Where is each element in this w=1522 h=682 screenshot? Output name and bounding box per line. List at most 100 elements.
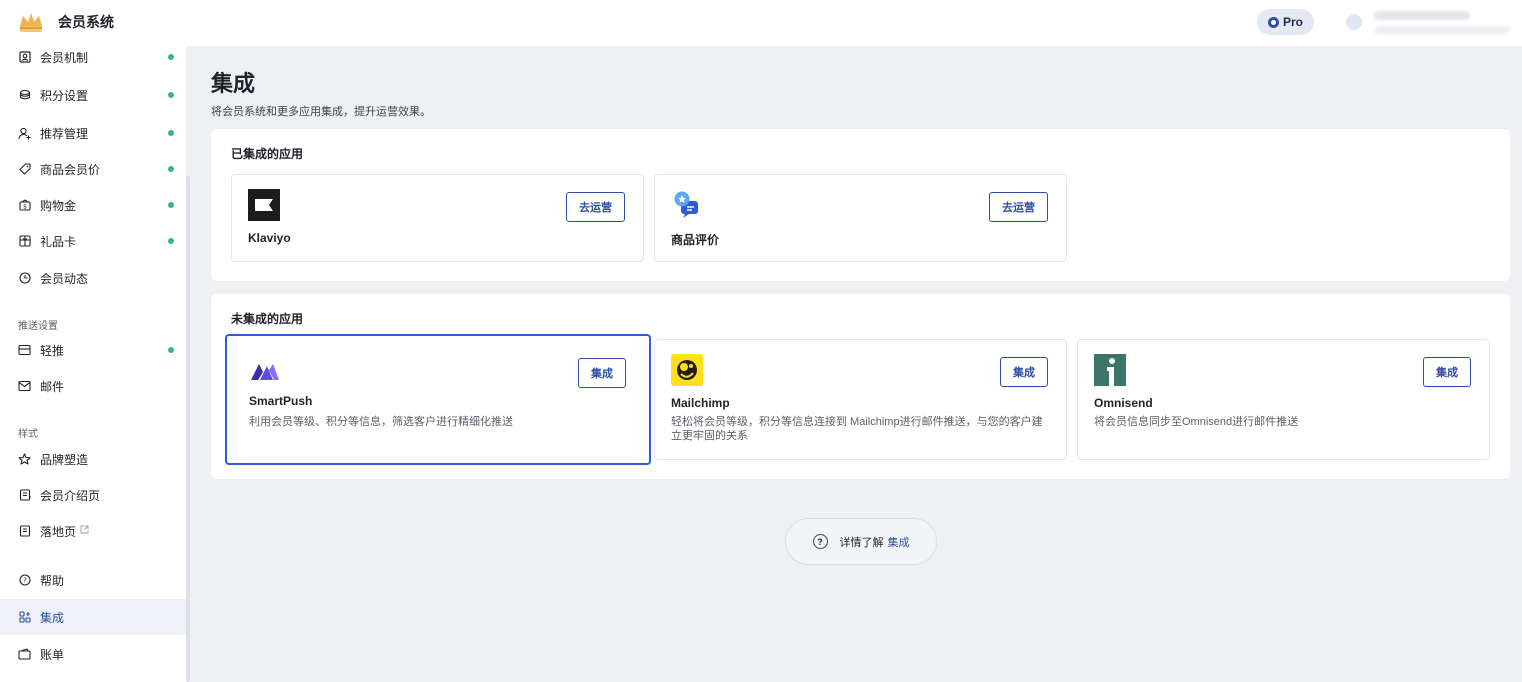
integrated-apps-panel: 已集成的应用 Klaviyo 去运营 商品评价 去运营 — [211, 129, 1510, 281]
sidebar-item-label: 积分设置 — [40, 88, 89, 103]
sidebar-item-member-rules[interactable]: 会员机制 — [0, 39, 186, 75]
app-card-omnisend: Omnisend 将会员信息同步至Omnisend进行邮件推送 集成 — [1077, 339, 1490, 460]
sidebar-item-label: 会员介绍页 — [40, 488, 101, 503]
sidebar-item-integrations[interactable]: 集成 — [0, 599, 186, 635]
svg-text:$: $ — [23, 204, 27, 211]
help-icon: ? — [812, 534, 828, 549]
referral-user-icon — [18, 127, 31, 140]
app-name: Omnisend — [1094, 396, 1153, 410]
pro-badge[interactable]: Pro — [1257, 9, 1314, 35]
member-rule-icon — [18, 51, 31, 64]
app-description: 利用会员等级、积分等信息，筛选客户进行精细化推送 — [249, 416, 513, 428]
brand-title: 会员系统 — [58, 14, 114, 30]
integrate-button[interactable]: 集成 — [1423, 357, 1471, 387]
user-menu[interactable] — [1322, 0, 1522, 46]
nudge-icon — [18, 344, 31, 357]
pro-badge-icon — [1267, 16, 1279, 28]
sidebar-item-store-credit[interactable]: $ 购物金 — [0, 187, 186, 223]
status-dot — [168, 54, 174, 60]
sidebar-item-label: 商品会员价 — [40, 162, 101, 177]
sidebar-item-label: 轻推 — [40, 343, 65, 358]
integrate-button[interactable]: 集成 — [1000, 357, 1048, 387]
go-operate-button[interactable]: 去运营 — [566, 192, 625, 222]
page-subtitle: 将会员系统和更多应用集成，提升运营效果。 — [211, 106, 431, 118]
sidebar: 会员机制 积分设置 推荐管理 商品会员价 $ 购物金 礼品卡 会员动态 推送设置… — [0, 46, 186, 682]
sidebar-item-bills[interactable]: 账单 — [0, 636, 186, 672]
integrate-button[interactable]: 集成 — [578, 358, 626, 388]
help-icon: ? — [18, 574, 31, 587]
app-name: Mailchimp — [671, 396, 730, 410]
svg-text:?: ? — [23, 577, 27, 585]
status-dot — [168, 238, 174, 244]
app-name: SmartPush — [249, 394, 313, 408]
page-icon — [18, 489, 31, 502]
section-style: 样式 — [18, 429, 38, 440]
omnisend-logo-icon — [1094, 354, 1126, 386]
status-dot — [168, 347, 174, 353]
sidebar-item-label: 推荐管理 — [40, 126, 89, 141]
sidebar-item-label: 会员动态 — [40, 271, 89, 286]
avatar — [1346, 14, 1362, 30]
integrated-apps-title: 已集成的应用 — [231, 147, 304, 161]
section-push-settings: 推送设置 — [18, 321, 58, 332]
app-card-smartpush[interactable]: SmartPush 利用会员等级、积分等信息，筛选客户进行精细化推送 集成 — [225, 334, 651, 465]
store-credit-icon: $ — [18, 199, 31, 212]
sidebar-item-points[interactable]: 积分设置 — [0, 77, 186, 113]
app-card-mailchimp: Mailchimp 轻松将会员等级，积分等信息连接到 Mailchimp进行邮件… — [654, 339, 1067, 460]
status-dot — [168, 202, 174, 208]
star-outline-icon — [18, 453, 31, 466]
app-name: Klaviyo — [248, 231, 291, 245]
learn-more-text: 详情了解 — [839, 536, 884, 549]
sidebar-item-referral[interactable]: 推荐管理 — [0, 115, 186, 151]
app-name: 商品评价 — [671, 233, 720, 247]
user-name-redacted — [1374, 11, 1470, 20]
sidebar-item-label: 帮助 — [40, 573, 65, 588]
smartpush-logo-icon — [251, 364, 279, 380]
sidebar-item-label: 落地页 — [40, 524, 77, 539]
status-dot — [168, 92, 174, 98]
go-operate-button[interactable]: 去运营 — [989, 192, 1048, 222]
sidebar-item-email[interactable]: 邮件 — [0, 368, 186, 404]
sidebar-item-label: 礼品卡 — [40, 234, 77, 249]
sidebar-item-help[interactable]: ? 帮助 — [0, 562, 186, 598]
page-title: 集成 — [211, 71, 256, 96]
learn-more-pill[interactable]: ? 详情了解 集成 — [785, 518, 937, 565]
mailchimp-logo-icon — [671, 354, 703, 386]
sidebar-item-landing-page[interactable]: 落地页 — [0, 513, 186, 549]
user-email-redacted — [1374, 26, 1510, 34]
app-description: 轻松将会员等级，积分等信息连接到 Mailchimp进行邮件推送，与您的客户建立… — [671, 416, 1043, 442]
gift-card-icon — [18, 235, 31, 248]
price-tag-icon — [18, 163, 31, 176]
sidebar-scrollbar[interactable] — [186, 176, 190, 682]
clock-icon — [18, 272, 31, 285]
sidebar-item-label: 会员机制 — [40, 50, 89, 65]
app-card-product-review: 商品评价 去运营 — [654, 174, 1067, 262]
app-card-klaviyo: Klaviyo 去运营 — [231, 174, 644, 262]
top-bar: 会员系统 Pro — [0, 0, 1522, 46]
sidebar-item-member-price[interactable]: 商品会员价 — [0, 151, 186, 187]
bill-icon — [18, 648, 31, 661]
apps-icon — [18, 611, 31, 624]
available-apps-panel: 未集成的应用 SmartPush 利用会员等级、积分等信息，筛选客户进行精细化推… — [211, 294, 1510, 479]
sidebar-item-branding[interactable]: 品牌塑造 — [0, 441, 186, 477]
sidebar-item-label: 集成 — [40, 610, 65, 625]
klaviyo-logo-icon — [248, 189, 280, 221]
sidebar-item-label: 账单 — [40, 647, 65, 662]
status-dot — [168, 166, 174, 172]
crown-logo-icon — [20, 13, 42, 32]
brand[interactable]: 会员系统 — [18, 11, 114, 33]
app-description: 将会员信息同步至Omnisend进行邮件推送 — [1094, 416, 1299, 428]
status-dot — [168, 130, 174, 136]
mail-icon — [18, 380, 31, 393]
sidebar-item-label: 购物金 — [40, 198, 77, 213]
sidebar-item-intro-page[interactable]: 会员介绍页 — [0, 477, 186, 513]
learn-more-link[interactable]: 集成 — [888, 534, 910, 550]
available-apps-title: 未集成的应用 — [231, 312, 304, 326]
sidebar-item-member-activity[interactable]: 会员动态 — [0, 260, 186, 296]
sidebar-item-label: 邮件 — [40, 379, 65, 394]
sidebar-item-label: 品牌塑造 — [40, 452, 89, 467]
external-link-icon — [80, 525, 89, 537]
sidebar-item-gift-card[interactable]: 礼品卡 — [0, 223, 186, 259]
pro-label: Pro — [1282, 15, 1303, 29]
sidebar-item-nudge[interactable]: 轻推 — [0, 332, 186, 368]
